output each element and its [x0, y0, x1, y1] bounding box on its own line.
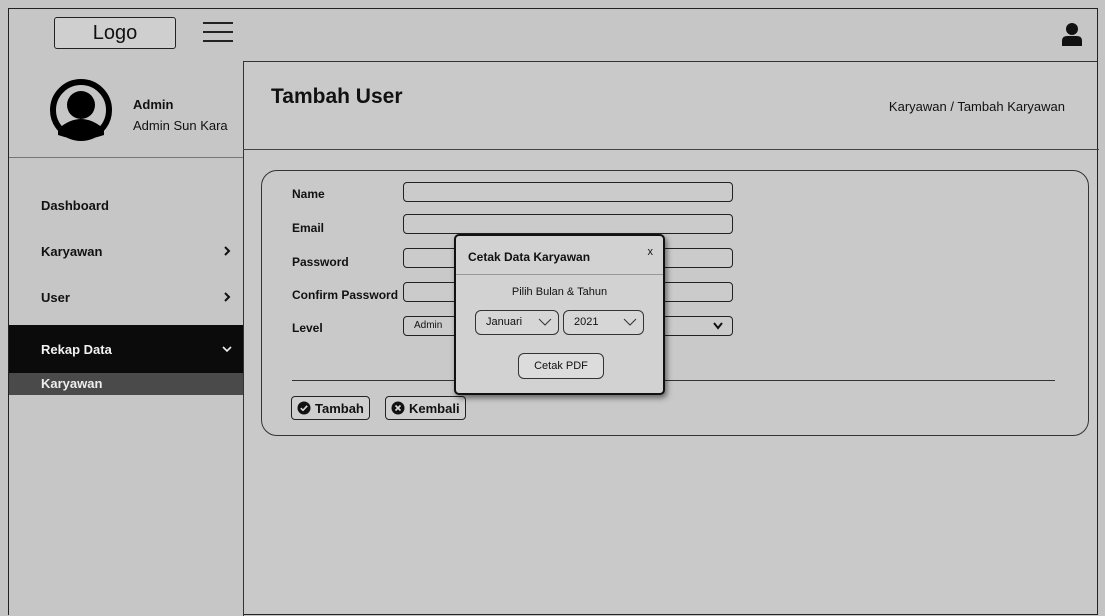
- modal-title: Cetak Data Karyawan: [468, 250, 591, 264]
- sidebar-item-user[interactable]: User: [9, 277, 243, 317]
- name-input[interactable]: [403, 182, 733, 202]
- tambah-button-label: Tambah: [315, 400, 364, 416]
- cetak-pdf-button[interactable]: Cetak PDF: [518, 353, 604, 379]
- chevron-down-icon: [623, 318, 637, 326]
- profile-role: Admin Sun Kara: [133, 118, 228, 133]
- form-divider: [292, 380, 1055, 381]
- sidebar: Admin Admin Sun Kara Dashboard Karyawan …: [9, 61, 244, 616]
- check-circle-icon: [297, 401, 311, 415]
- sidebar-item-dashboard[interactable]: Dashboard: [9, 185, 243, 225]
- chevron-down-icon: [222, 346, 232, 353]
- profile-name: Admin: [133, 97, 174, 112]
- year-value: 2021: [574, 316, 599, 328]
- email-input[interactable]: [403, 214, 733, 234]
- form-card: [261, 170, 1089, 436]
- email-label: Email: [292, 221, 325, 235]
- sidebar-item-rekap-data[interactable]: Rekap Data: [9, 325, 243, 373]
- year-select[interactable]: 2021: [563, 310, 644, 335]
- page-title: Tambah User: [271, 85, 403, 108]
- confirm-password-label: Confirm Password: [292, 288, 399, 302]
- logo[interactable]: Logo: [54, 17, 176, 49]
- level-value: Admin: [414, 320, 443, 331]
- chevron-right-icon: [224, 246, 231, 256]
- tambah-button[interactable]: Tambah: [291, 396, 370, 420]
- level-label: Level: [292, 321, 323, 335]
- sidebar-item-label: Karyawan: [41, 243, 103, 259]
- modal-subtitle: Pilih Bulan & Tahun: [511, 286, 608, 298]
- top-bar: Logo: [9, 9, 1097, 62]
- name-label: Name: [292, 187, 325, 201]
- profile-panel: Admin Admin Sun Kara: [9, 61, 243, 158]
- modal-divider: [456, 274, 663, 275]
- print-modal: Cetak Data Karyawan x Pilih Bulan & Tahu…: [454, 234, 665, 395]
- kembali-button[interactable]: Kembali: [385, 396, 466, 420]
- month-value: Januari: [486, 316, 523, 328]
- kembali-button-label: Kembali: [409, 400, 460, 416]
- sidebar-subitem-karyawan[interactable]: Karyawan: [9, 373, 243, 395]
- app-frame: Logo Admin Admin Sun Kara Dashboard Kary…: [8, 8, 1099, 616]
- sidebar-item-label: Dashboard: [41, 197, 109, 213]
- month-select[interactable]: Januari: [475, 310, 559, 335]
- sidebar-item-karyawan[interactable]: Karyawan: [9, 231, 243, 271]
- chevron-down-icon: [713, 322, 723, 330]
- user-icon[interactable]: [1061, 22, 1083, 46]
- chevron-right-icon: [224, 292, 231, 302]
- hamburger-menu-icon[interactable]: [203, 22, 233, 46]
- sidebar-item-label: User: [41, 289, 70, 305]
- avatar-icon: [50, 79, 112, 141]
- breadcrumb[interactable]: Karyawan / Tambah Karyawan: [889, 99, 1065, 114]
- chevron-down-icon: [538, 318, 552, 326]
- close-circle-icon: [391, 401, 405, 415]
- modal-close-button[interactable]: x: [648, 246, 654, 258]
- password-label: Password: [292, 255, 349, 269]
- sidebar-item-label: Rekap Data: [41, 341, 112, 357]
- header-divider: [243, 149, 1099, 150]
